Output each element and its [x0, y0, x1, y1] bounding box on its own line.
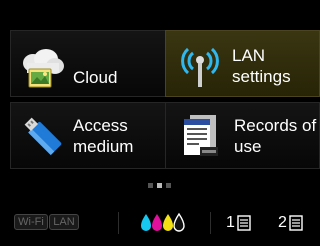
page-dot-1 [148, 183, 153, 188]
status-bar: Wi-Fi LAN 1 2 [0, 208, 320, 246]
tile-lan-label-line1: LAN [232, 46, 266, 65]
tile-cloud-label: Cloud [73, 68, 118, 87]
tile-lan-settings[interactable]: LAN settings [165, 30, 320, 97]
ink-level-indicator[interactable] [140, 211, 188, 238]
printer-home-screen: Cloud LAN settings Access medium Records… [0, 0, 320, 246]
ink-drop-icon [173, 212, 185, 232]
wifi-status-chip[interactable]: Wi-Fi [14, 214, 48, 230]
page-dot-2 [157, 183, 162, 188]
lan-status-chip[interactable]: LAN [49, 214, 79, 230]
tile-access-medium[interactable]: Access medium [10, 102, 166, 169]
ink-drop-icon [163, 214, 173, 231]
paper-tray-icon [289, 215, 303, 236]
paper-tray-icon [237, 215, 251, 236]
tile-lan-label-line2: settings [232, 67, 291, 86]
page-indicator [148, 183, 171, 188]
tile-records-label: Records of use [234, 115, 320, 157]
tile-cloud[interactable]: Cloud [10, 30, 166, 97]
tile-records-label-line1: Records of [234, 116, 317, 135]
tile-access-label-line1: Access [73, 116, 128, 135]
document-log-icon [180, 113, 220, 164]
status-divider [118, 212, 119, 234]
status-divider [210, 212, 211, 234]
tray-2-label[interactable]: 2 [278, 214, 287, 232]
usb-drive-icon [21, 113, 65, 164]
tray-1-label[interactable]: 1 [226, 214, 235, 232]
page-dot-3 [166, 183, 171, 188]
tile-access-label: Access medium [73, 115, 133, 157]
tile-records-of-use[interactable]: Records of use [165, 102, 320, 169]
wireless-antenna-icon [174, 39, 226, 94]
tile-lan-label: LAN settings [232, 45, 320, 87]
tile-records-label-line2: use [234, 137, 262, 156]
tile-access-label-line2: medium [73, 137, 134, 156]
cloud-icon [19, 49, 65, 94]
ink-drop-icon [141, 214, 151, 231]
ink-drop-icon [152, 214, 162, 231]
